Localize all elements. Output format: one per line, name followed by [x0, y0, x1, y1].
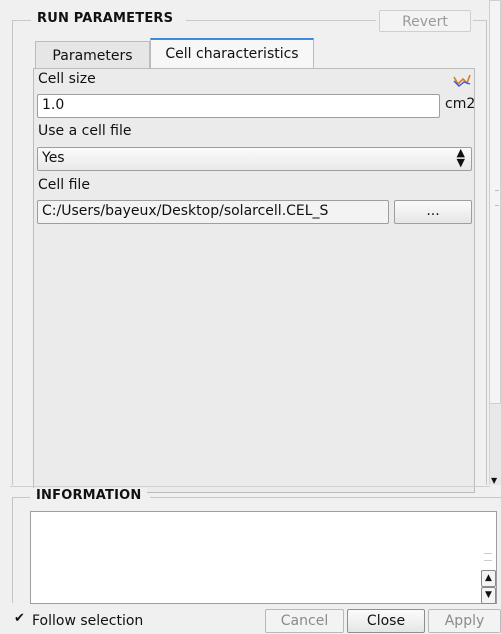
- right-border: [486, 20, 487, 485]
- line-graph-icon[interactable]: [453, 72, 471, 88]
- information-title: INFORMATION: [30, 488, 148, 503]
- left-border: [12, 20, 13, 485]
- tab-parameters[interactable]: Parameters: [35, 41, 150, 69]
- run-parameters-rule-left: [12, 20, 32, 21]
- information-left-border: [12, 497, 13, 603]
- cell-size-label: Cell size: [38, 71, 96, 87]
- run-parameters-rule-right: [186, 20, 376, 21]
- cell-size-unit: cm2: [445, 96, 476, 112]
- cell-file-input[interactable]: C:/Users/bayeux/Desktop/solarcell.CEL_S: [37, 200, 389, 224]
- tab-cell-characteristics[interactable]: Cell characteristics: [150, 38, 314, 69]
- follow-selection-checkbox[interactable]: ✔: [14, 612, 27, 625]
- info-scrollbar-grip: [484, 553, 492, 561]
- information-rule-right: [150, 497, 501, 498]
- scrollbar-grip: [495, 190, 499, 206]
- use-cell-file-label: Use a cell file: [38, 123, 132, 139]
- close-button[interactable]: Close: [347, 609, 425, 633]
- cell-file-label: Cell file: [38, 177, 90, 193]
- run-parameters-rule-end: [473, 20, 487, 21]
- scroll-down-arrow-icon[interactable]: ▼: [491, 476, 497, 485]
- info-scroll-up-icon[interactable]: ▲: [481, 570, 496, 587]
- info-scroll-down-shown[interactable]: ▼: [481, 587, 496, 604]
- select-arrows-icon: ▲ ▼: [456, 146, 465, 169]
- use-cell-file-value: Yes: [42, 150, 65, 166]
- splitter-rule: [10, 486, 490, 487]
- information-rule-left: [12, 497, 32, 498]
- cell-size-input[interactable]: 1.0: [37, 94, 440, 118]
- information-text-area[interactable]: [30, 511, 497, 604]
- use-cell-file-select[interactable]: Yes ▲ ▼: [37, 147, 472, 171]
- apply-button[interactable]: Apply: [428, 609, 501, 633]
- run-parameters-title: RUN PARAMETERS: [31, 11, 180, 26]
- cancel-button[interactable]: Cancel: [265, 609, 344, 633]
- follow-selection-label: Follow selection: [32, 613, 144, 629]
- revert-button[interactable]: Revert: [379, 10, 471, 32]
- browse-button[interactable]: ...: [394, 200, 472, 224]
